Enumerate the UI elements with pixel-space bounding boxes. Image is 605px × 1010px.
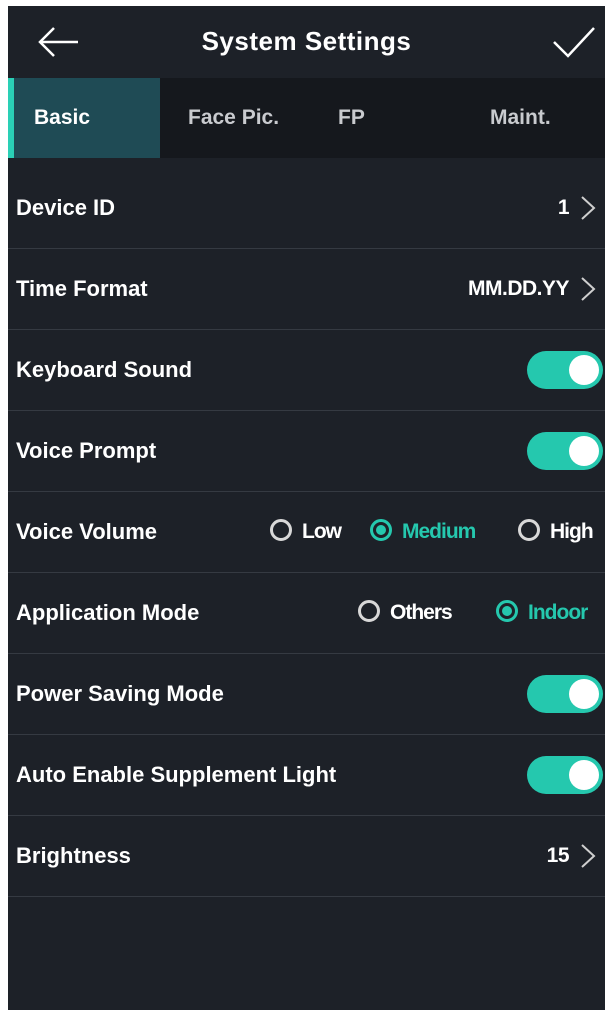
voice-prompt-label: Voice Prompt bbox=[16, 438, 157, 463]
application-mode-radio-group: Others Indoor bbox=[358, 573, 588, 653]
application-mode-label: Application Mode bbox=[16, 600, 200, 625]
tab-basic[interactable]: Basic bbox=[8, 78, 160, 158]
toggle-knob bbox=[569, 679, 599, 709]
voice-volume-radio-group: Low Medium High bbox=[270, 492, 594, 572]
application-mode-indoor-radio[interactable]: Indoor bbox=[496, 573, 588, 653]
application-mode-others-label: Others bbox=[390, 601, 453, 624]
chevron-right-icon bbox=[581, 844, 596, 868]
radio-circle bbox=[518, 519, 540, 541]
page-title: System Settings bbox=[201, 26, 412, 56]
application-mode-others-radio[interactable]: Others bbox=[358, 573, 496, 653]
voice-volume-low-radio[interactable]: Low bbox=[270, 492, 370, 572]
tab-fp[interactable]: FP bbox=[338, 78, 365, 158]
application-mode-row: Application Mode Others Indoor bbox=[8, 573, 605, 654]
power-saving-mode-label: Power Saving Mode bbox=[16, 681, 224, 706]
tab-maint[interactable]: Maint. bbox=[490, 78, 551, 158]
voice-prompt-row: Voice Prompt bbox=[8, 411, 605, 492]
power-saving-mode-row: Power Saving Mode bbox=[8, 654, 605, 735]
keyboard-sound-label: Keyboard Sound bbox=[16, 357, 193, 382]
power-saving-mode-toggle[interactable] bbox=[527, 675, 603, 713]
supplement-light-label: Auto Enable Supplement Light bbox=[16, 762, 337, 787]
checkmark-icon bbox=[553, 27, 595, 58]
radio-circle bbox=[496, 600, 518, 622]
chevron-right-icon bbox=[581, 196, 596, 220]
application-mode-indoor-label: Indoor bbox=[528, 601, 588, 624]
supplement-light-row: Auto Enable Supplement Light bbox=[8, 735, 605, 816]
voice-volume-low-label: Low bbox=[302, 520, 342, 543]
device-id-row[interactable]: Device ID 1 bbox=[8, 168, 605, 249]
voice-volume-medium-radio[interactable]: Medium bbox=[370, 492, 518, 572]
time-format-value: MM.DD.YY bbox=[468, 277, 570, 300]
supplement-light-toggle[interactable] bbox=[527, 756, 603, 794]
voice-volume-label: Voice Volume bbox=[16, 519, 158, 544]
brightness-value: 15 bbox=[546, 844, 570, 867]
voice-prompt-toggle[interactable] bbox=[527, 432, 603, 470]
radio-circle bbox=[358, 600, 380, 622]
toggle-knob bbox=[569, 760, 599, 790]
settings-screen: System Settings Basic Face Pic. FP Maint… bbox=[8, 6, 605, 1010]
keyboard-sound-toggle[interactable] bbox=[527, 351, 603, 389]
tab-bar: Basic Face Pic. FP Maint. bbox=[8, 78, 605, 158]
keyboard-sound-row: Keyboard Sound bbox=[8, 330, 605, 411]
voice-volume-medium-label: Medium bbox=[402, 520, 476, 543]
chevron-right-icon bbox=[581, 277, 596, 301]
brightness-label: Brightness bbox=[16, 843, 131, 868]
time-format-row[interactable]: Time Format MM.DD.YY bbox=[8, 249, 605, 330]
radio-circle bbox=[370, 519, 392, 541]
voice-volume-high-radio[interactable]: High bbox=[518, 492, 594, 572]
device-id-label: Device ID bbox=[16, 195, 116, 220]
settings-list: Device ID 1 Time Format MM.DD.YY Keyboar… bbox=[8, 168, 605, 897]
voice-volume-high-label: High bbox=[550, 520, 594, 543]
voice-volume-row: Voice Volume Low Medium High bbox=[8, 492, 605, 573]
time-format-label: Time Format bbox=[16, 276, 148, 301]
radio-circle bbox=[270, 519, 292, 541]
confirm-button[interactable] bbox=[548, 22, 596, 62]
device-id-value: 1 bbox=[557, 196, 570, 219]
toggle-knob bbox=[569, 436, 599, 466]
brightness-row[interactable]: Brightness 15 bbox=[8, 816, 605, 897]
header-bar: System Settings bbox=[8, 6, 605, 78]
toggle-knob bbox=[569, 355, 599, 385]
tab-face-pic[interactable]: Face Pic. bbox=[188, 78, 279, 158]
